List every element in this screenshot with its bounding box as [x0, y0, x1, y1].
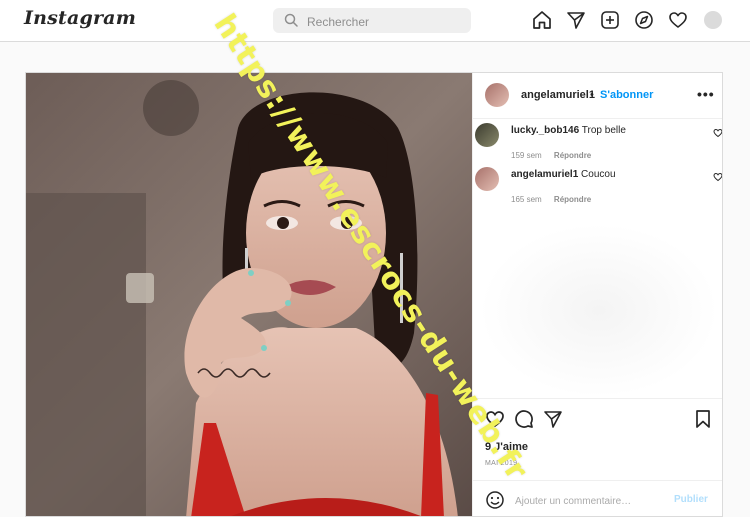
- profile-avatar[interactable]: [704, 11, 722, 29]
- comment-username[interactable]: lucky._bob146: [511, 125, 579, 136]
- comment-item: lucky._bob146 Trop belle 159 sem Répondr…: [473, 121, 723, 161]
- commenter-avatar[interactable]: [475, 123, 499, 147]
- share-icon[interactable]: [543, 409, 563, 429]
- comment-age: 165 sem: [511, 195, 542, 204]
- home-icon[interactable]: [532, 10, 552, 30]
- comment-meta: 159 sem Répondre: [511, 151, 591, 160]
- reply-button[interactable]: Répondre: [554, 195, 591, 204]
- comment-username[interactable]: angelamuriel1: [511, 169, 578, 180]
- search-input[interactable]: [305, 8, 464, 35]
- top-navigation-bar: Instagram: [0, 0, 750, 42]
- comment-age: 159 sem: [511, 151, 542, 160]
- comment-like-icon[interactable]: [713, 128, 723, 138]
- search-icon: [284, 13, 298, 27]
- comment-item: angelamuriel1 Coucou 165 sem Répondre: [473, 165, 723, 205]
- activity-icon[interactable]: [668, 10, 688, 30]
- author-username[interactable]: angelamuriel1: [521, 89, 595, 101]
- blurred-area: [479, 223, 719, 398]
- separator-dot: •: [590, 89, 594, 101]
- comment-meta: 165 sem Répondre: [511, 195, 591, 204]
- author-avatar[interactable]: [485, 83, 509, 107]
- follow-button[interactable]: S'abonner: [600, 89, 653, 101]
- publish-button[interactable]: Publier: [674, 494, 708, 505]
- emoji-icon[interactable]: [485, 490, 505, 510]
- post-card: angelamuriel1 • S'abonner ••• lucky._bob…: [25, 72, 723, 517]
- comment-body: lucky._bob146 Trop belle: [511, 125, 626, 136]
- direct-icon[interactable]: [566, 10, 586, 30]
- comment-icon[interactable]: [514, 409, 534, 429]
- commenter-avatar[interactable]: [475, 167, 499, 191]
- add-comment-bar: Publier: [473, 480, 722, 516]
- comment-body: angelamuriel1 Coucou: [511, 169, 616, 180]
- save-icon[interactable]: [693, 409, 713, 429]
- new-post-icon[interactable]: [600, 10, 620, 30]
- explore-icon[interactable]: [634, 10, 654, 30]
- reply-button[interactable]: Répondre: [554, 151, 591, 160]
- comment-text: Trop belle: [581, 125, 626, 136]
- instagram-logo[interactable]: Instagram: [24, 7, 136, 29]
- more-options-icon[interactable]: •••: [697, 86, 715, 102]
- search-box[interactable]: [273, 8, 471, 35]
- comment-text: Coucou: [581, 169, 616, 180]
- comment-input[interactable]: [513, 492, 657, 510]
- comment-like-icon[interactable]: [713, 172, 723, 182]
- post-header: angelamuriel1 • S'abonner •••: [473, 73, 722, 119]
